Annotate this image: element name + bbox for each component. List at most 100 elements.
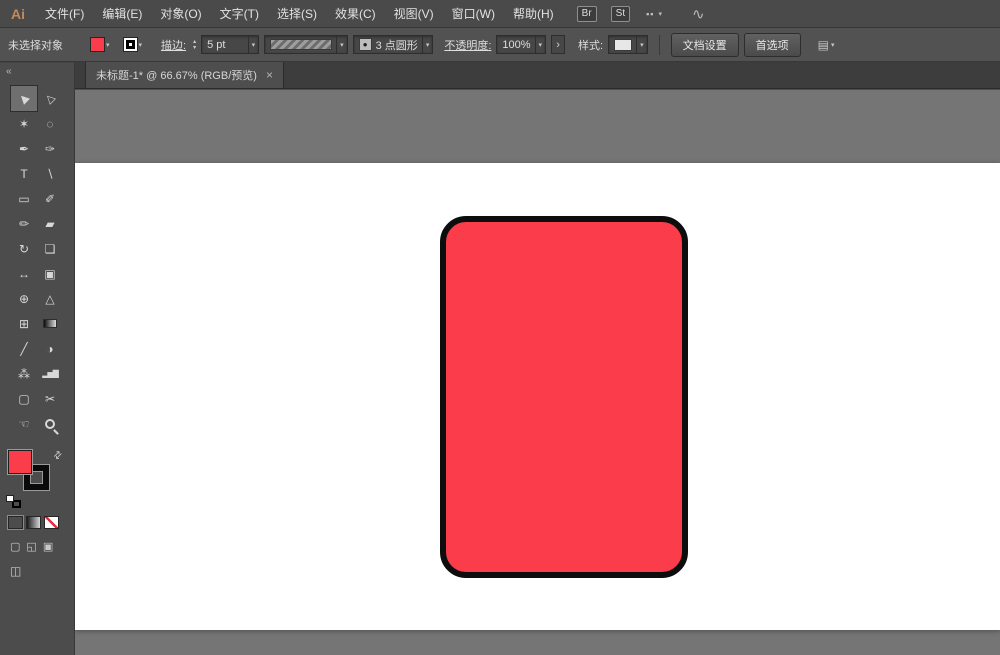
- divider: [658, 34, 660, 55]
- pen-tool[interactable]: ✒: [11, 136, 37, 161]
- arrange-documents-icon: ▪▪: [646, 8, 655, 19]
- draw-behind-button[interactable]: ◱: [26, 540, 36, 553]
- menu-list: 文件(F) 编辑(E) 对象(O) 文字(T) 选择(S) 效果(C) 视图(V) 窗口(W)…: [36, 0, 563, 28]
- scale-tool[interactable]: ❏: [37, 236, 63, 261]
- align-options-icon: ▤: [817, 37, 829, 52]
- shape-builder-tool[interactable]: ⊕: [11, 286, 37, 311]
- pencil-tool[interactable]: ✏: [11, 211, 37, 236]
- brush-definition-combo[interactable]: ● 3 点圆形 ▾: [352, 35, 434, 54]
- menu-effect[interactable]: 效果(C): [326, 0, 385, 28]
- fill-swatch[interactable]: [90, 37, 105, 52]
- style-combo[interactable]: ▾: [608, 35, 648, 54]
- arrange-documents-button[interactable]: ▪▪ ▾: [646, 9, 662, 19]
- column-graph-tool[interactable]: ▂▅▇: [37, 361, 63, 386]
- free-transform-tool[interactable]: ▣: [37, 261, 63, 286]
- app-logo: Ai: [11, 5, 25, 22]
- width-profile-combo[interactable]: ▾: [264, 35, 348, 54]
- type-tool[interactable]: T: [11, 161, 37, 186]
- opacity-value: 100%: [502, 38, 531, 51]
- bridge-button[interactable]: Br: [576, 5, 597, 22]
- menu-window[interactable]: 窗口(W): [443, 0, 504, 28]
- direct-selection-tool[interactable]: ▷: [37, 86, 63, 111]
- document-tab-title: 未标题-1* @ 66.67% (RGB/预览): [96, 70, 257, 82]
- document-setup-button[interactable]: 文档设置: [670, 32, 739, 57]
- chevron-down-icon: ▾: [534, 36, 542, 53]
- opacity-panel-button[interactable]: ›: [551, 35, 566, 54]
- menu-object[interactable]: 对象(O): [151, 0, 210, 28]
- eraser-tool[interactable]: ▰: [37, 211, 63, 236]
- chevron-down-icon: ▾: [106, 41, 110, 49]
- cs-live-icon[interactable]: ∿: [692, 5, 705, 23]
- fill-color-box[interactable]: [8, 450, 32, 474]
- style-preview: [614, 38, 633, 51]
- menu-view[interactable]: 视图(V): [385, 0, 443, 28]
- zoom-tool[interactable]: [37, 411, 63, 436]
- align-options-control[interactable]: ▤ ▾: [818, 38, 835, 52]
- rotate-tool[interactable]: ↻: [11, 236, 37, 261]
- width-tool[interactable]: ↔: [11, 261, 37, 286]
- hand-tool[interactable]: ☜: [11, 411, 37, 436]
- red-rounded-rectangle[interactable]: [440, 216, 688, 578]
- blend-tool[interactable]: ◑: [37, 336, 63, 361]
- draw-normal-button[interactable]: ▢: [10, 540, 20, 553]
- rectangle-tool[interactable]: ▭: [11, 186, 37, 211]
- chevron-down-icon: ▾: [421, 36, 429, 53]
- selection-status: 未选择对象: [8, 39, 63, 52]
- document-tab[interactable]: 未标题-1* @ 66.67% (RGB/预览) ×: [85, 62, 284, 88]
- menu-type[interactable]: 文字(T): [211, 0, 268, 28]
- curvature-tool[interactable]: ✑: [37, 136, 63, 161]
- stock-button[interactable]: St: [610, 5, 631, 22]
- mesh-tool[interactable]: ⊞: [11, 311, 37, 336]
- chevron-down-icon: ▾: [138, 41, 143, 49]
- menu-help[interactable]: 帮助(H): [504, 0, 563, 28]
- paintbrush-tool[interactable]: ✐: [37, 186, 63, 211]
- chevron-down-icon: ▾: [830, 41, 835, 49]
- stroke-swatch[interactable]: [122, 37, 138, 52]
- line-segment-tool[interactable]: ∖: [37, 161, 63, 186]
- screen-mode-button[interactable]: ◫: [10, 564, 21, 578]
- stroke-weight-stepper[interactable]: ▴ ▾: [193, 39, 196, 51]
- brush-name: 3 点圆形: [375, 39, 418, 52]
- menu-select[interactable]: 选择(S): [268, 0, 326, 28]
- artboard-tool[interactable]: ▢: [11, 386, 37, 411]
- fill-color-control[interactable]: ▾: [90, 37, 110, 52]
- none-button[interactable]: [44, 516, 59, 529]
- close-icon[interactable]: ×: [266, 69, 273, 81]
- stroke-weight-combo[interactable]: 5 pt ▾: [201, 35, 260, 54]
- preferences-button[interactable]: 首选项: [743, 32, 801, 57]
- tools-panel: « ▶ ▷ ✶ ◌ ✒ ✑ T ∖ ▭ ✐ ✏ ▰ ↻ ❏ ↔ ▣ ⊕ △ ⊞ …: [0, 62, 75, 655]
- control-bar: 未选择对象 ▾ ▾ 描边: ▴ ▾ 5 pt ▾ ▾ ● 3 点圆形 ▾ 不透明…: [0, 28, 1000, 62]
- brush-preview-icon: ●: [358, 38, 372, 51]
- slice-tool[interactable]: ✂: [37, 386, 63, 411]
- drawing-mode-buttons: ▢ ◱ ▣: [10, 540, 74, 553]
- stroke-weight-value: 5 pt: [207, 38, 226, 51]
- canvas-pasteboard: [75, 90, 1000, 655]
- collapse-panel-icon[interactable]: «: [0, 63, 74, 79]
- perspective-grid-tool[interactable]: △: [37, 286, 63, 311]
- swap-fill-stroke-icon[interactable]: ⇄: [51, 449, 65, 463]
- style-label: 样式:: [578, 39, 604, 52]
- chevron-down-icon: ▾: [636, 36, 644, 53]
- illustrator-window: Ai 文件(F) 编辑(E) 对象(O) 文字(T) 选择(S) 效果(C) 视图(V) 窗口…: [0, 0, 1000, 655]
- stroke-color-control[interactable]: ▾: [122, 37, 143, 52]
- tool-grid: ▶ ▷ ✶ ◌ ✒ ✑ T ∖ ▭ ✐ ✏ ▰ ↻ ❏ ↔ ▣ ⊕ △ ⊞ ╱ …: [0, 85, 74, 436]
- gradient-tool[interactable]: [37, 311, 63, 336]
- menu-file[interactable]: 文件(F): [36, 0, 93, 28]
- opacity-combo[interactable]: 100% ▾: [496, 35, 547, 54]
- draw-inside-button[interactable]: ▣: [43, 540, 53, 553]
- selection-tool[interactable]: ▶: [10, 85, 38, 112]
- default-colors-icon[interactable]: [6, 495, 21, 508]
- eyedropper-tool[interactable]: ╱: [11, 336, 37, 361]
- chevron-down-icon: ▾: [658, 10, 663, 18]
- gradient-button[interactable]: [26, 516, 41, 529]
- color-button[interactable]: [8, 516, 23, 529]
- lasso-tool[interactable]: ◌: [37, 111, 63, 136]
- magic-wand-tool[interactable]: ✶: [11, 111, 37, 136]
- stepper-down-icon[interactable]: ▾: [193, 45, 196, 51]
- menu-edit[interactable]: 编辑(E): [93, 0, 151, 28]
- stroke-label[interactable]: 描边:: [161, 37, 186, 53]
- fill-stroke-widget: ⇄: [6, 449, 70, 508]
- chevron-down-icon: ▾: [336, 36, 344, 53]
- opacity-label[interactable]: 不透明度:: [444, 37, 491, 53]
- symbol-sprayer-tool[interactable]: ⁂: [11, 361, 37, 386]
